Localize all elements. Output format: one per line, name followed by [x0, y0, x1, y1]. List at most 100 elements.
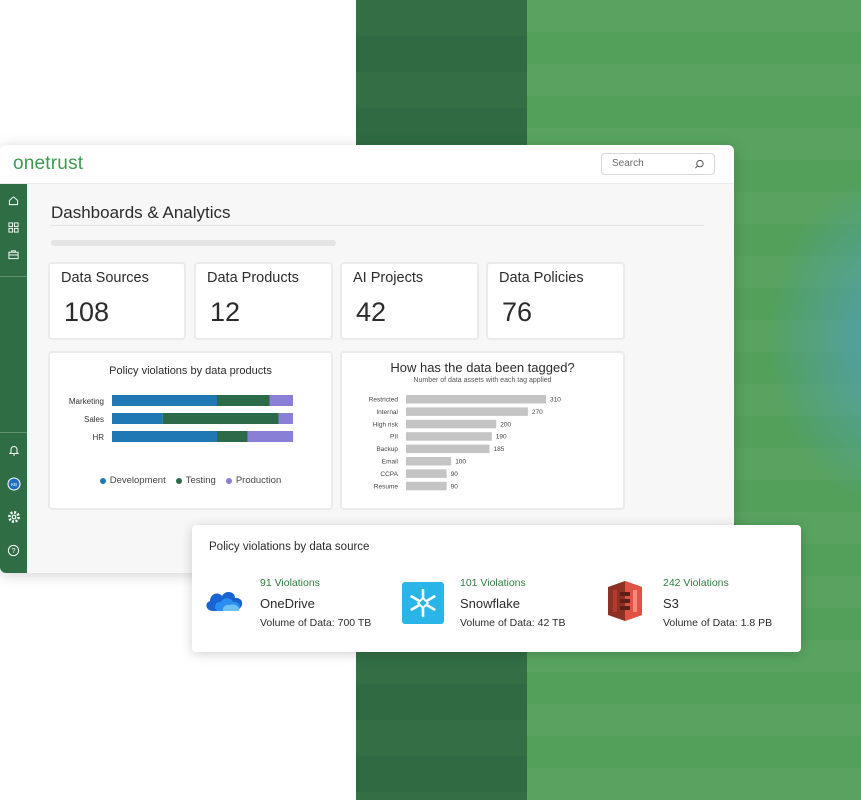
legend-label: Production [235, 475, 282, 486]
kpi-card-data-policies[interactable]: Data Policies 76 [486, 262, 625, 340]
kpi-value: 42 [356, 297, 387, 327]
sidebar-divider [0, 276, 27, 277]
tag-value-label: 90 [451, 483, 459, 490]
chart-subtitle: Number of data assets with each tag appl… [413, 377, 552, 384]
legend-item-testing[interactable]: Testing [175, 475, 216, 486]
home-icon[interactable] [5, 192, 22, 209]
source-onedrive[interactable]: 91 Violations OneDrive Volume of Data: 7… [201, 577, 391, 633]
bar-hr-testing [217, 431, 248, 442]
tag-value-label: 270 [532, 409, 543, 416]
legend-label: Development [109, 475, 166, 486]
source-name: S3 [663, 596, 679, 611]
chart-legend: Development Testing Production [50, 475, 331, 486]
tag-value-label: 100 [455, 459, 466, 466]
data-volume: Volume of Data: 1.8 PB [663, 617, 773, 629]
legend-label: Testing [185, 475, 216, 486]
search-placeholder: Search [612, 158, 644, 169]
gear-icon[interactable] [5, 508, 22, 525]
kpi-card-data-products[interactable]: Data Products 12 [194, 262, 333, 340]
kpi-label: Data Sources [61, 270, 149, 286]
sidebar: KB ? [0, 184, 27, 573]
legend-item-development[interactable]: Development [99, 475, 166, 486]
bar-hr-development [112, 431, 217, 442]
chart-title: Policy violations by data products [109, 365, 272, 377]
kpi-value: 12 [210, 297, 241, 327]
kpi-card-data-sources[interactable]: Data Sources 108 [48, 262, 186, 340]
tag-value-label: 200 [500, 421, 511, 428]
violations-by-source-panel: Policy violations by data source 91 Viol… [192, 525, 801, 652]
tag-bar-pii [406, 432, 492, 441]
search-input[interactable]: Search [601, 153, 715, 175]
legend-item-production[interactable]: Production [225, 475, 282, 486]
tag-label: Backup [376, 446, 398, 453]
avatar[interactable]: KB [5, 475, 22, 492]
tag-label: Resume [374, 483, 399, 490]
data-volume: Volume of Data: 42 TB [460, 617, 566, 629]
kpi-label: AI Projects [353, 270, 424, 286]
svg-text:?: ? [12, 548, 16, 555]
app-window: onetrust Search KB ? Dashboards & Analyt… [0, 145, 734, 573]
tag-bar-ccpa [406, 469, 447, 478]
bar-marketing-production [269, 395, 293, 406]
tag-label: CCPA [380, 471, 398, 478]
briefcase-icon[interactable] [5, 246, 22, 263]
help-icon[interactable]: ? [5, 542, 22, 559]
onetrust-logo[interactable]: onetrust [13, 153, 83, 175]
tag-label: Restricted [369, 397, 399, 404]
title-divider [51, 225, 704, 226]
panel-title: Policy violations by data source [209, 541, 370, 553]
category-label: HR [92, 433, 104, 442]
bar-sales-production [278, 413, 293, 424]
bar-marketing-testing [217, 395, 270, 406]
s3-icon [608, 581, 642, 621]
tag-label: Internal [376, 409, 398, 416]
tag-label: Email [382, 459, 399, 466]
source-snowflake[interactable]: 101 Violations Snowflake Volume of Data:… [402, 577, 592, 633]
grid-icon[interactable] [5, 219, 22, 236]
violations-count: 91 Violations [260, 577, 320, 589]
kpi-label: Data Products [207, 270, 299, 286]
category-label: Marketing [68, 397, 104, 406]
bar-sales-testing [162, 413, 279, 424]
tag-value-label: 310 [550, 397, 561, 404]
main-content: Dashboards & Analytics Data Sources 108 … [27, 184, 734, 573]
tag-bar-backup [406, 444, 490, 454]
kpi-value: 76 [502, 297, 533, 327]
loading-placeholder [51, 240, 336, 246]
stage: onetrust Search KB ? Dashboards & Analyt… [0, 0, 861, 800]
policy-violations-chart-card: Policy violations by data products Marke… [48, 351, 333, 510]
stacked-bar-chart [112, 395, 294, 442]
top-bar: onetrust Search [0, 145, 734, 184]
search-icon[interactable] [694, 159, 705, 170]
tag-value-label: 185 [494, 446, 505, 453]
sidebar-divider [0, 432, 27, 433]
source-s3[interactable]: 242 Violations S3 Volume of Data: 1.8 PB [604, 577, 794, 633]
tag-label: PII [390, 434, 398, 441]
bar-sales-development [112, 413, 163, 424]
data-volume: Volume of Data: 700 TB [260, 617, 372, 629]
tag-label: High risk [373, 421, 399, 428]
tag-value-label: 190 [496, 434, 507, 441]
tag-bar-resume [406, 481, 447, 491]
kpi-card-ai-projects[interactable]: AI Projects 42 [340, 262, 479, 340]
tag-bar-chart: Restricted 310 Internal 270 High risk 200 PII 1… [369, 395, 561, 491]
source-name: OneDrive [260, 596, 315, 611]
violations-count: 242 Violations [663, 577, 729, 589]
bell-icon[interactable] [5, 441, 22, 458]
tag-bar-high-risk [406, 419, 497, 429]
kpi-value: 108 [64, 297, 110, 327]
kpi-label: Data Policies [499, 270, 584, 286]
source-name: Snowflake [460, 596, 520, 611]
bar-hr-production [247, 431, 294, 442]
avatar-initials: KB [10, 482, 16, 487]
tag-value-label: 90 [451, 471, 459, 478]
tag-bar-restricted [406, 395, 546, 404]
snowflake-icon [402, 582, 444, 624]
chart-title: How has the data been tagged? [390, 360, 575, 375]
violations-count: 101 Violations [460, 577, 526, 589]
onedrive-icon [206, 592, 243, 611]
category-label: Sales [83, 415, 104, 424]
tag-bar-internal [406, 407, 528, 416]
bar-marketing-development [112, 395, 217, 406]
data-tagging-chart-card: How has the data been tagged? Number of … [340, 351, 625, 510]
